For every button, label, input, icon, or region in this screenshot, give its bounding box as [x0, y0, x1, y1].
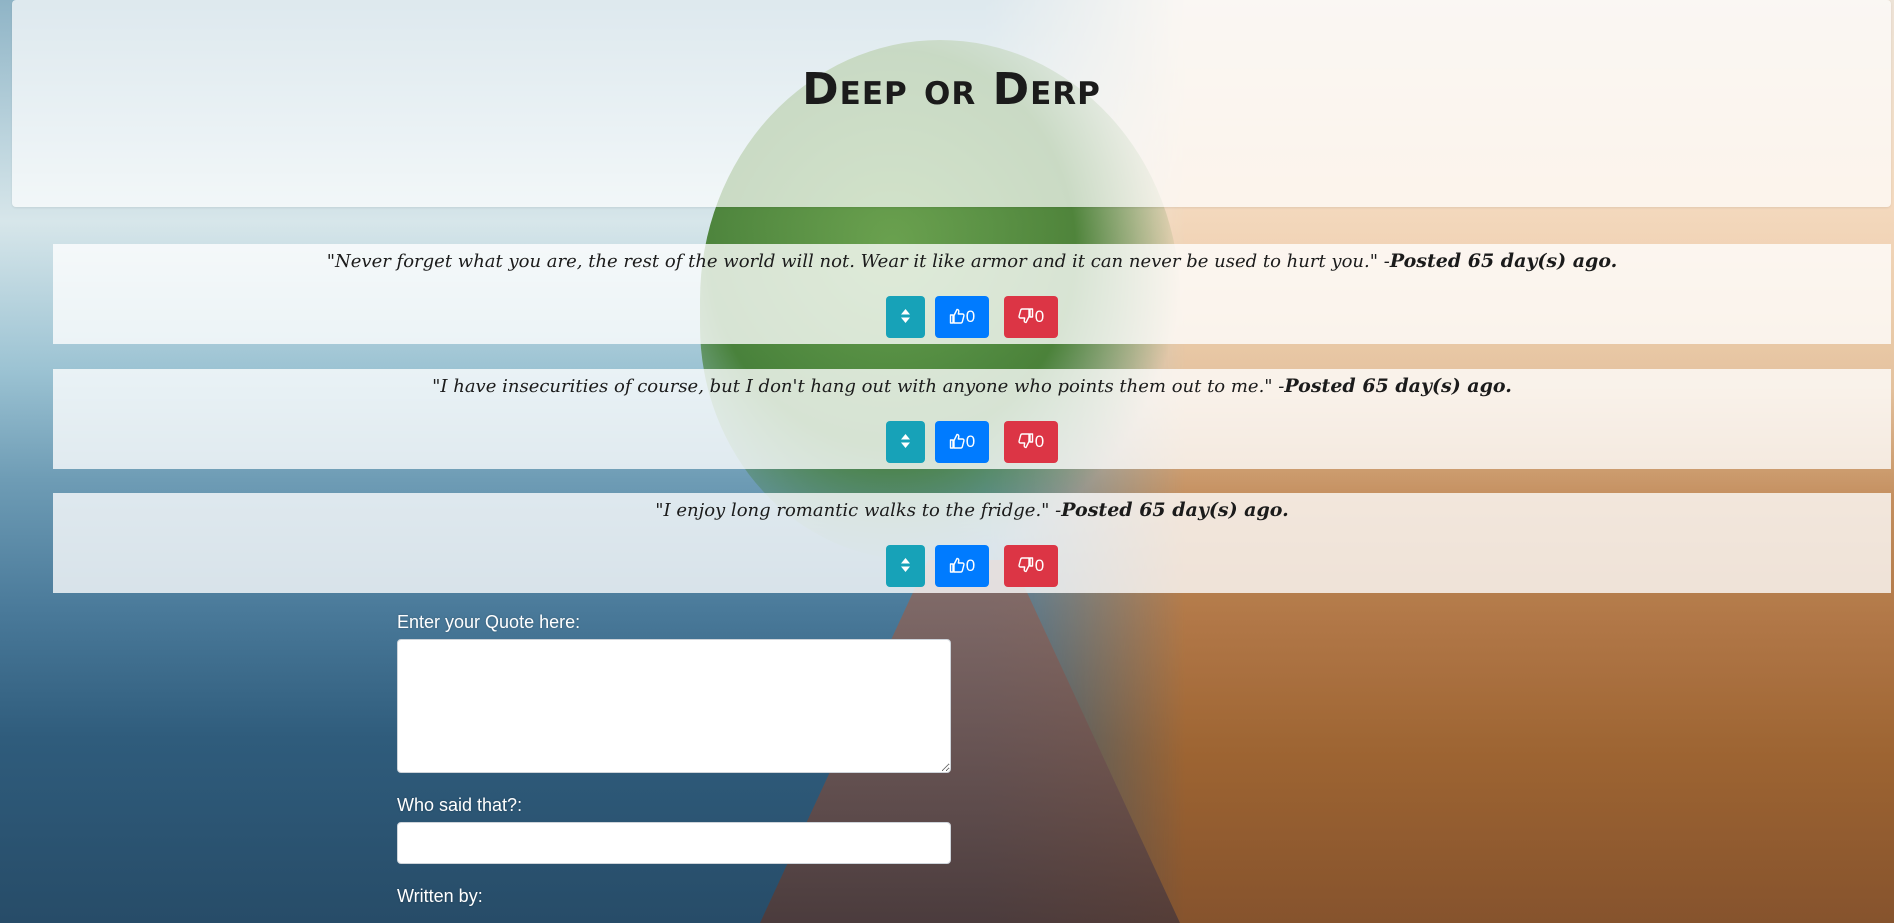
downvote-button[interactable]: 0: [1004, 545, 1058, 587]
sort-button[interactable]: [886, 545, 925, 587]
sort-button[interactable]: [886, 421, 925, 463]
author-input-label: Who said that?:: [397, 795, 523, 815]
sort-icon: [900, 433, 911, 452]
page-title: Deep or Derp: [802, 64, 1101, 115]
upvote-button[interactable]: 0: [935, 545, 989, 587]
upvote-count: 0: [965, 556, 976, 575]
quote-actions: 0 0: [53, 545, 1891, 587]
sort-icon: [900, 308, 911, 327]
quote-input-label: Enter your Quote here:: [397, 612, 581, 632]
upvote-count: 0: [965, 307, 976, 326]
author-input[interactable]: [397, 822, 951, 864]
quote-posted-time: Posted 65 day(s) ago.: [1389, 250, 1618, 272]
quote-form: Enter your Quote here: Who said that?: W…: [397, 612, 951, 907]
quote-text-line: "I enjoy long romantic walks to the frid…: [53, 499, 1891, 521]
written-by-label: Written by:: [397, 886, 483, 906]
thumbs-down-icon: [1018, 307, 1034, 327]
quote-posted-time: Posted 65 day(s) ago.: [1061, 499, 1289, 521]
thumbs-down-icon: [1018, 432, 1034, 452]
downvote-count: 0: [1034, 307, 1045, 326]
quote-card: "I enjoy long romantic walks to the frid…: [53, 493, 1891, 593]
downvote-count: 0: [1034, 556, 1045, 575]
quote-text: "Never forget what you are, the rest of …: [326, 251, 1390, 272]
upvote-button[interactable]: 0: [935, 421, 989, 463]
page-header: Deep or Derp: [12, 0, 1891, 207]
quote-text-line: "I have insecurities of course, but I do…: [53, 375, 1891, 397]
quote-posted-time: Posted 65 day(s) ago.: [1284, 375, 1512, 397]
downvote-button[interactable]: 0: [1004, 421, 1058, 463]
quote-actions: 0 0: [53, 296, 1891, 338]
thumbs-up-icon: [949, 308, 965, 327]
thumbs-up-icon: [949, 557, 965, 576]
quote-card: "Never forget what you are, the rest of …: [53, 244, 1891, 344]
quote-textarea[interactable]: [397, 639, 951, 773]
quote-actions: 0 0: [53, 421, 1891, 463]
sort-button[interactable]: [886, 296, 925, 338]
quote-text: "I have insecurities of course, but I do…: [432, 376, 1285, 397]
thumbs-down-icon: [1018, 556, 1034, 576]
quote-text: "I enjoy long romantic walks to the frid…: [655, 500, 1062, 521]
upvote-button[interactable]: 0: [935, 296, 989, 338]
quote-card: "I have insecurities of course, but I do…: [53, 369, 1891, 469]
sort-icon: [900, 557, 911, 576]
upvote-count: 0: [965, 432, 976, 451]
downvote-button[interactable]: 0: [1004, 296, 1058, 338]
downvote-count: 0: [1034, 432, 1045, 451]
quote-text-line: "Never forget what you are, the rest of …: [53, 250, 1891, 272]
thumbs-up-icon: [949, 433, 965, 452]
